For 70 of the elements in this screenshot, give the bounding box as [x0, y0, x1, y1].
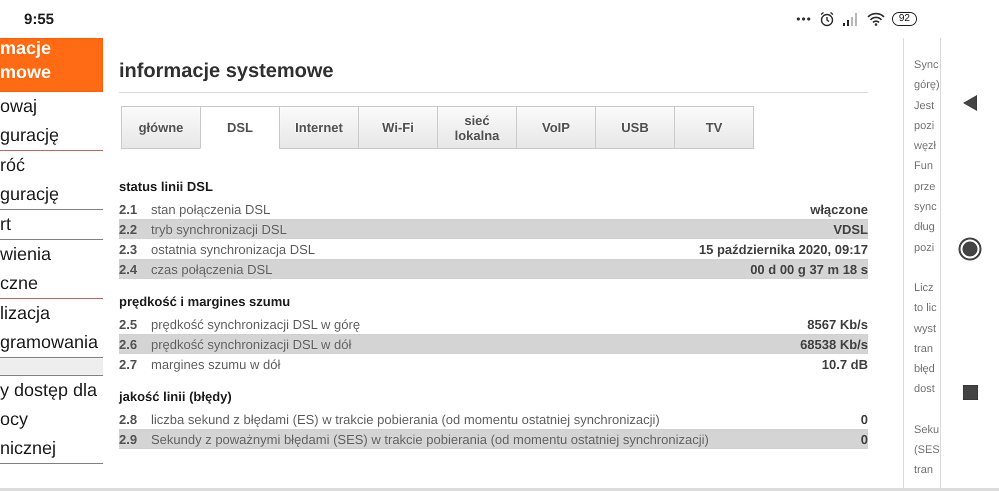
row-label: margines szumu w dół — [151, 356, 282, 372]
signal-icon — [842, 12, 860, 26]
battery-level: 92 — [892, 12, 917, 26]
row-label: Sekundy z poważnymi błędami (SES) w trakcie pobierania (od momentu ostatniej synchronizacji) — [151, 432, 710, 446]
row-value: VDSL — [833, 222, 868, 236]
row-value: 10.7 dB — [822, 356, 868, 372]
row-number: 2.8 — [119, 412, 138, 426]
row-value: 68538 Kb/s — [800, 336, 868, 352]
row-label: liczba sekund z błędami (ES) w trakcie pobierania (od momentu ostatniej synchronizacji) — [151, 412, 661, 426]
row-number: 2.7 — [119, 356, 138, 372]
row-number: 2.9 — [119, 432, 138, 446]
help-text: dług — [914, 220, 936, 236]
sidebar-item[interactable] — [0, 358, 103, 376]
row-label: czas połączenia DSL — [151, 262, 274, 276]
row-label: tryb synchronizacji DSL — [151, 222, 288, 236]
row-label: prędkość synchronizacji DSL w dół — [151, 336, 352, 352]
tab[interactable]: Wi-Fi — [358, 106, 438, 149]
tab[interactable]: TV — [674, 106, 754, 149]
help-text: Licz — [914, 280, 935, 296]
section-title: status linii DSL — [119, 179, 214, 194]
row-label: prędkość synchronizacji DSL w górę — [151, 316, 362, 332]
sidebar-item[interactable]: rt — [0, 210, 103, 240]
row-label: stan połączenia DSL — [151, 202, 272, 216]
row-number: 2.4 — [119, 262, 138, 276]
help-text: wyst — [914, 322, 937, 337]
help-text: pozi — [914, 118, 936, 134]
sidebar-item[interactable]: y dostęp dla ocy nicznej — [0, 376, 103, 464]
row-number: 2.5 — [119, 316, 138, 332]
row-value: 8567 Kb/s — [807, 316, 868, 332]
home-icon[interactable] — [958, 236, 982, 260]
row-value: 00 d 00 g 37 m 18 s — [750, 262, 868, 276]
row-number: 2.1 — [119, 202, 138, 216]
help-text: to lic — [914, 301, 938, 316]
help-text: prze — [914, 180, 936, 195]
help-text: węzł — [914, 139, 938, 154]
help-text: sync — [914, 200, 938, 216]
help-text: (SES — [914, 443, 940, 458]
help-text: tran — [914, 463, 934, 478]
back-icon[interactable] — [962, 94, 978, 112]
help-text: dost — [914, 382, 936, 398]
recent-apps-icon[interactable] — [962, 385, 978, 400]
alarm-clock-icon — [818, 11, 835, 27]
help-text: Fun — [914, 159, 934, 174]
section-title: prędkość i margines szumu — [119, 294, 292, 309]
row-value: 0 — [860, 432, 868, 446]
tab[interactable]: Internet — [279, 106, 359, 149]
row-value: włączone — [810, 202, 868, 216]
help-text: pozi — [914, 240, 936, 256]
row-value: 0 — [860, 412, 868, 426]
help-text: tran — [914, 342, 934, 357]
section-title: jakość linii (błędy) — [119, 389, 233, 404]
help-text: górę) — [914, 78, 940, 94]
row-number: 2.6 — [119, 336, 138, 352]
page-title: informacje systemowe — [119, 60, 868, 93]
tab[interactable]: DSL — [200, 106, 280, 149]
tab[interactable]: sieć lokalna — [437, 106, 517, 149]
more-notifications-text: ••• — [796, 12, 812, 26]
row-label: ostatnia synchronizacja DSL — [151, 242, 316, 256]
tab[interactable]: USB — [595, 106, 675, 149]
help-text: Jest — [914, 98, 936, 114]
clock-time: 9:55 — [24, 10, 54, 28]
wifi-icon — [866, 12, 885, 26]
tab[interactable]: główne — [121, 106, 201, 149]
help-text: Sync — [914, 58, 940, 73]
row-number: 2.3 — [119, 242, 138, 256]
row-number: 2.2 — [119, 222, 138, 236]
row-value: 15 października 2020, 09:17 — [698, 242, 868, 256]
tab[interactable]: VoIP — [516, 106, 596, 149]
help-text: Seku — [914, 422, 940, 438]
help-text: błęd — [914, 362, 936, 378]
